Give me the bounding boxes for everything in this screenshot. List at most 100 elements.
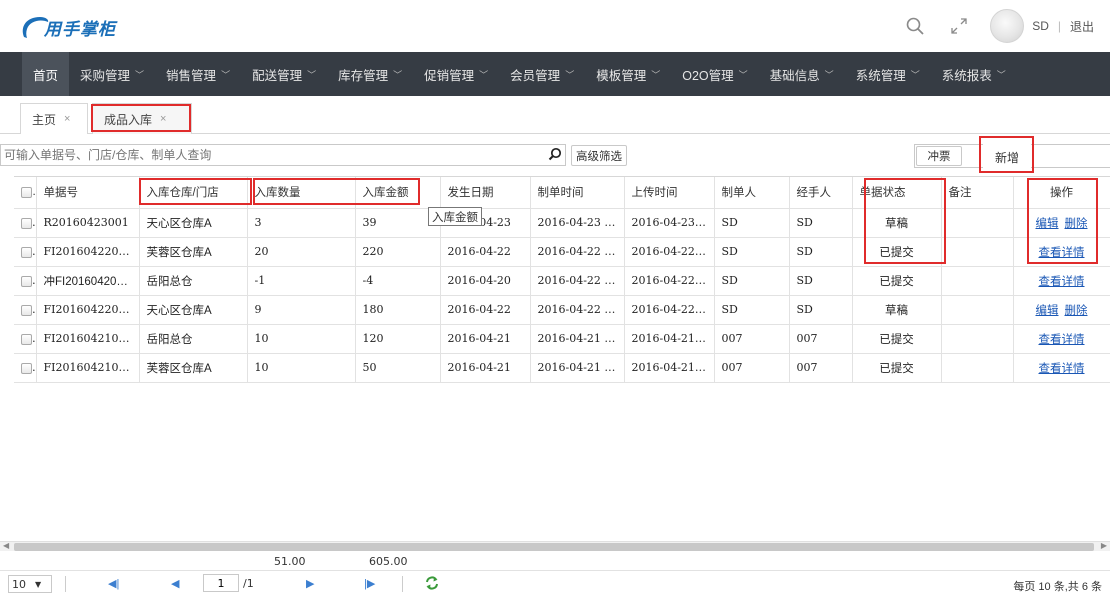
- tab-home[interactable]: 主页 ×: [20, 103, 88, 134]
- column-header[interactable]: 上传时间: [624, 177, 715, 209]
- search-icon[interactable]: [904, 15, 926, 37]
- cell-created: 2016-04-23 1...: [530, 208, 625, 238]
- nav-item-7[interactable]: 模板管理 ﹀: [585, 52, 671, 96]
- view-details-link[interactable]: 查看详情: [1039, 334, 1085, 346]
- logout-link[interactable]: 退出: [1070, 18, 1094, 35]
- nav-item-1[interactable]: 采购管理 ﹀: [69, 52, 155, 96]
- edit-link[interactable]: 编辑: [1036, 305, 1059, 317]
- cell-remark: [941, 237, 1014, 267]
- toolbar: 高级筛选 冲票 新增: [0, 138, 1110, 174]
- cell-amount: 120: [355, 324, 441, 354]
- row-checkbox[interactable]: [14, 208, 37, 238]
- page-size-select[interactable]: 10 ▼: [8, 575, 52, 593]
- scrollbar-thumb[interactable]: [14, 543, 1094, 551]
- reverse-ticket-button[interactable]: 冲票: [916, 146, 962, 166]
- username[interactable]: SD: [1032, 19, 1049, 33]
- cell-handler: SD: [789, 295, 853, 325]
- column-header[interactable]: 经手人: [789, 177, 853, 209]
- table-row[interactable]: FI20160421001 芙蓉区仓库A 10 50 2016-04-21 2016-04…: [14, 353, 1110, 383]
- first-page-icon[interactable]: ◀|: [108, 577, 119, 590]
- nav-item-2[interactable]: 销售管理 ﹀: [155, 52, 241, 96]
- table-row[interactable]: R20160423001天心区仓库A3392016-04-232016-04-2…: [14, 208, 1110, 238]
- cell-date: 2016-04-20: [440, 266, 531, 296]
- horizontal-scrollbar[interactable]: ◀ ▶: [0, 541, 1110, 551]
- row-checkbox[interactable]: [14, 353, 37, 383]
- nav-item-4[interactable]: 库存管理 ﹀: [327, 52, 413, 96]
- advanced-filter-button[interactable]: 高级筛选: [571, 145, 627, 166]
- tab-current-label: 成品入库: [104, 112, 153, 127]
- column-header[interactable]: 制单时间: [530, 177, 625, 209]
- pager-divider: [65, 576, 66, 592]
- scroll-right-icon[interactable]: ▶: [1101, 541, 1107, 550]
- nav-item-3[interactable]: 配送管理 ﹀: [241, 52, 327, 96]
- nav-item-label: O2O管理: [682, 68, 734, 83]
- column-header[interactable]: 制单人: [714, 177, 790, 209]
- nav-item-0[interactable]: 首页: [22, 52, 70, 96]
- cell-maker: SD: [714, 237, 790, 267]
- next-page-icon[interactable]: ▶: [306, 577, 314, 590]
- column-header[interactable]: 入库数量: [247, 177, 356, 209]
- app-logo[interactable]: 用手掌柜: [18, 10, 116, 44]
- chevron-down-icon: ﹀: [996, 69, 1006, 80]
- column-header[interactable]: 备注: [941, 177, 1014, 209]
- row-checkbox[interactable]: [14, 295, 37, 325]
- delete-link[interactable]: 删除: [1065, 305, 1088, 317]
- tab-home-label: 主页: [32, 112, 57, 127]
- last-page-icon[interactable]: |▶: [364, 577, 375, 590]
- delete-link[interactable]: 删除: [1065, 218, 1088, 230]
- nav-item-9[interactable]: 基础信息 ﹀: [759, 52, 845, 96]
- nav-item-5[interactable]: 促销管理 ﹀: [413, 52, 499, 96]
- nav-item-8[interactable]: O2O管理 ﹀: [671, 52, 758, 96]
- nav-item-6[interactable]: 会员管理 ﹀: [499, 52, 585, 96]
- tab-finished-goods-inbound[interactable]: 成品入库 ×: [92, 103, 192, 134]
- nav-item-10[interactable]: 系统管理 ﹀: [845, 52, 931, 96]
- top-header: 用手掌柜 SD | 退出: [0, 0, 1110, 52]
- avatar[interactable]: [990, 9, 1025, 43]
- page-number-input[interactable]: [203, 574, 239, 592]
- nav-item-label: 基础信息: [769, 68, 820, 83]
- column-header[interactable]: 单据状态: [852, 177, 942, 209]
- search-icon[interactable]: [548, 147, 564, 163]
- nav-item-11[interactable]: 系统报表 ﹀: [931, 52, 1017, 96]
- column-header[interactable]: 发生日期: [440, 177, 531, 209]
- cell-maker: SD: [714, 266, 790, 296]
- new-button[interactable]: 新增: [983, 144, 1031, 170]
- column-header[interactable]: 入库金额: [355, 177, 441, 209]
- cell-no: FI20160422001: [36, 295, 140, 325]
- pager-divider: [402, 576, 403, 592]
- table-row[interactable]: FI20160422002 芙蓉区仓库A 20 220 2016-04-22 2016-0…: [14, 237, 1110, 267]
- column-header[interactable]: 操作: [1013, 177, 1110, 209]
- cell-qty: 3: [247, 208, 356, 238]
- row-checkbox[interactable]: [14, 324, 37, 354]
- table-row[interactable]: FI20160421002 岳阳总仓 10 120 2016-04-21 2016-04-…: [14, 324, 1110, 354]
- search-input[interactable]: [0, 144, 566, 166]
- view-details-link[interactable]: 查看详情: [1039, 363, 1085, 375]
- view-details-link[interactable]: 查看详情: [1039, 276, 1085, 288]
- cell-handler: 007: [789, 324, 853, 354]
- column-header[interactable]: 入库仓库/门店: [139, 177, 248, 209]
- cell-no: FI20160422002: [36, 237, 140, 267]
- select-all-checkbox[interactable]: [14, 177, 37, 209]
- cell-store: 芙蓉区仓库A: [139, 353, 248, 383]
- column-header[interactable]: 单据号: [36, 177, 140, 209]
- close-icon[interactable]: ×: [64, 113, 70, 125]
- cell-handler: 007: [789, 353, 853, 383]
- view-details-link[interactable]: 查看详情: [1039, 247, 1085, 259]
- cell-amount: 220: [355, 237, 441, 267]
- scroll-left-icon[interactable]: ◀: [3, 541, 9, 550]
- nav-item-label: 系统报表: [941, 68, 992, 83]
- row-checkbox[interactable]: [14, 237, 37, 267]
- table-row[interactable]: FI20160422001 天心区仓库A 9 180 2016-04-22 2016-04…: [14, 295, 1110, 325]
- table-row[interactable]: 冲FI20160420003 岳阳总仓 -1 -4 2016-04-20 2016-04-…: [14, 266, 1110, 296]
- cell-store: 天心区仓库A: [139, 295, 248, 325]
- cell-qty: 10: [247, 324, 356, 354]
- row-checkbox[interactable]: [14, 266, 37, 296]
- edit-link[interactable]: 编辑: [1036, 218, 1059, 230]
- fullscreen-icon[interactable]: [948, 15, 970, 37]
- cell-status: 草稿: [852, 295, 942, 325]
- close-icon[interactable]: ×: [160, 113, 166, 125]
- refresh-icon[interactable]: [424, 575, 440, 594]
- cell-no: 冲FI20160420003: [36, 266, 140, 296]
- total-amount: 605.00: [369, 555, 408, 568]
- prev-page-icon[interactable]: ◀: [171, 577, 179, 590]
